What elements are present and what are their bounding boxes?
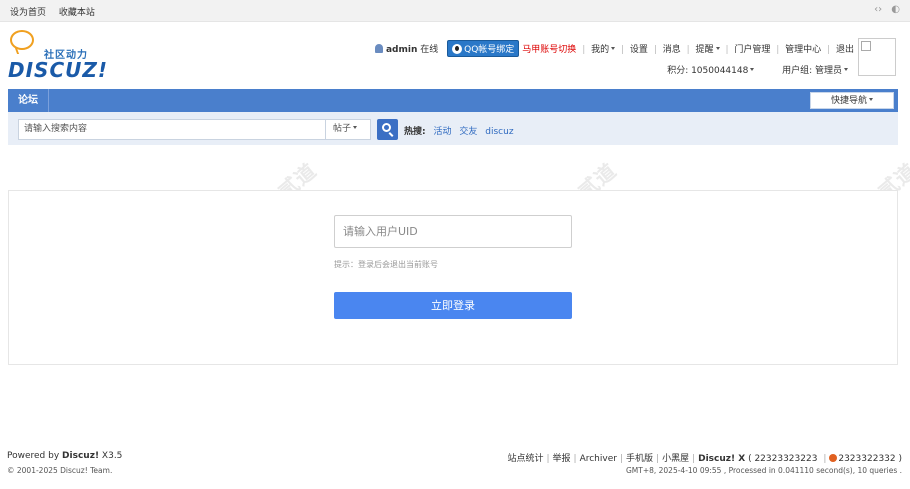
quick-nav-label: 快捷导航 bbox=[830, 96, 867, 106]
qq-icon bbox=[452, 44, 463, 54]
search-type-label: 帖子 bbox=[333, 124, 352, 134]
qq-bind-button[interactable]: QQ帐号绑定 bbox=[447, 40, 520, 57]
header: 社区动力 DISCUZ! admin 在线 QQ帐号绑定 马甲账号切换 | 我的 … bbox=[0, 22, 910, 88]
hot-search-item[interactable]: discuz bbox=[485, 127, 513, 137]
divider: | bbox=[725, 45, 729, 55]
powered-by: Powered by Discuz! X3.5 bbox=[7, 451, 122, 461]
nav-item-forum[interactable]: 论坛 bbox=[8, 89, 49, 112]
user-nav: admin 在线 QQ帐号绑定 马甲账号切换 | 我的 | 设置 | 消息 | 提… bbox=[374, 40, 854, 57]
chevron-down-icon bbox=[869, 98, 873, 101]
divider: | bbox=[827, 45, 831, 55]
divider: | bbox=[582, 45, 586, 55]
footer-link-mobile[interactable]: 手机版 bbox=[626, 454, 653, 464]
footer-stats: GMT+8, 2025-4-10 09:55 , Processed in 0.… bbox=[625, 466, 902, 475]
settings-link[interactable]: 设置 bbox=[630, 45, 648, 55]
palette-icon[interactable]: ◐ bbox=[891, 4, 900, 15]
login-tip: 提示：登录后会退出当前账号 bbox=[334, 260, 438, 269]
footer-link-stats[interactable]: 站点统计 bbox=[507, 454, 543, 464]
switch-account-link[interactable]: 马甲账号切换 bbox=[522, 45, 576, 55]
chevron-down-icon bbox=[750, 68, 755, 71]
police-badge-icon bbox=[829, 454, 838, 462]
top-right-icons: ‹› ◐ bbox=[868, 4, 900, 15]
site-logo[interactable]: 社区动力 DISCUZ! bbox=[8, 30, 108, 82]
chevron-down-icon bbox=[715, 47, 720, 50]
divider: | bbox=[621, 45, 625, 55]
quick-nav-button[interactable]: 快捷导航 bbox=[810, 92, 894, 109]
top-links: 设为首页 收藏本站 bbox=[10, 5, 105, 18]
remind-menu[interactable]: 提醒 bbox=[696, 45, 720, 55]
logout-link[interactable]: 退出 bbox=[836, 45, 854, 55]
avatar[interactable] bbox=[858, 38, 896, 76]
main-nav: 论坛 快捷导航 bbox=[8, 89, 898, 112]
usergroup-label: 用户组: 管理员 bbox=[782, 66, 842, 76]
powered-prefix: Powered by bbox=[7, 451, 60, 461]
top-bar: 设为首页 收藏本站 ‹› ◐ bbox=[0, 0, 910, 22]
logo-en-text: DISCUZ! bbox=[8, 58, 108, 82]
user-icon bbox=[374, 44, 383, 53]
divider: | bbox=[653, 45, 657, 55]
chevron-down-icon bbox=[353, 126, 358, 129]
copyright: © 2001-2025 Discuz! Team. bbox=[7, 466, 113, 475]
my-menu[interactable]: 我的 bbox=[591, 45, 616, 55]
footer-qq1: ( 22323323223 bbox=[748, 454, 818, 464]
usergroup-menu[interactable]: 用户组: 管理员 bbox=[782, 66, 848, 76]
footer-qq2[interactable]: 2323322332 ) bbox=[838, 454, 902, 464]
footer-brand[interactable]: Discuz! X bbox=[698, 454, 745, 464]
code-icon[interactable]: ‹› bbox=[874, 4, 882, 15]
points-menu[interactable]: 积分: 1050044148 bbox=[667, 66, 755, 76]
bookmark-link[interactable]: 收藏本站 bbox=[59, 8, 95, 18]
divider: | bbox=[686, 45, 690, 55]
admin-center-link[interactable]: 管理中心 bbox=[785, 45, 821, 55]
points-label: 积分: 1050044148 bbox=[667, 66, 749, 76]
messages-link[interactable]: 消息 bbox=[663, 45, 681, 55]
chevron-down-icon bbox=[611, 47, 616, 50]
qq-bind-label: QQ帐号绑定 bbox=[464, 45, 515, 55]
hot-search: 热搜: 活动 交友 discuz bbox=[404, 124, 519, 137]
search-icon bbox=[382, 123, 391, 132]
footer-link-archiver[interactable]: Archiver bbox=[580, 454, 617, 464]
hot-search-item[interactable]: 交友 bbox=[459, 127, 477, 137]
login-panel: 请输入用户UID 提示：登录后会退出当前账号 立即登录 bbox=[8, 190, 898, 365]
uid-input[interactable]: 请输入用户UID bbox=[334, 215, 572, 248]
search-bar: 请输入搜索内容 帖子 热搜: 活动 交友 discuz bbox=[8, 112, 898, 145]
my-menu-label: 我的 bbox=[591, 45, 610, 55]
divider: | bbox=[776, 45, 780, 55]
online-status: 在线 bbox=[420, 45, 439, 55]
chevron-down-icon bbox=[844, 68, 848, 71]
search-button[interactable] bbox=[377, 119, 398, 140]
login-button[interactable]: 立即登录 bbox=[334, 292, 572, 319]
footer-link-report[interactable]: 举报 bbox=[553, 454, 571, 464]
hot-search-item[interactable]: 活动 bbox=[433, 127, 451, 137]
footer-link-blackroom[interactable]: 小黑屋 bbox=[662, 454, 689, 464]
logo-bubble-icon bbox=[10, 30, 34, 50]
search-input[interactable]: 请输入搜索内容 bbox=[18, 119, 326, 140]
credits-row: 积分: 1050044148 用户组: 管理员 bbox=[667, 63, 848, 76]
portal-manage-link[interactable]: 门户管理 bbox=[734, 45, 770, 55]
powered-brand-link[interactable]: Discuz! bbox=[62, 451, 99, 461]
hot-search-label: 热搜: bbox=[404, 127, 426, 137]
footer-links: 站点统计 | 举报 | Archiver | 手机版 | 小黑屋 | Discuz! X ( 223… bbox=[507, 454, 902, 464]
remind-label: 提醒 bbox=[695, 45, 714, 55]
search-type-select[interactable]: 帖子 bbox=[325, 119, 371, 140]
version: X3.5 bbox=[101, 451, 123, 461]
set-home-link[interactable]: 设为首页 bbox=[10, 8, 46, 18]
username-link[interactable]: admin bbox=[386, 45, 417, 55]
